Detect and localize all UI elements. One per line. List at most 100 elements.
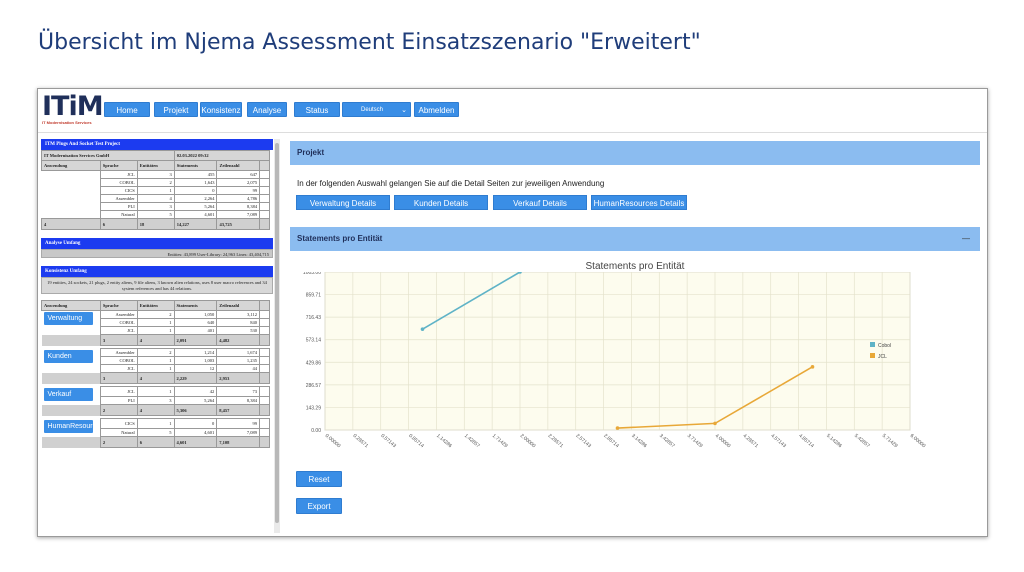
app-button-verkauf[interactable]: Verkauf [43, 387, 93, 401]
language-select[interactable]: Deutsch ⌄ [342, 102, 411, 117]
app-cell [42, 187, 101, 195]
table-cell: 0 [173, 186, 218, 195]
y-tick-label: 0.00 [311, 428, 321, 434]
plot-area [324, 272, 911, 431]
table-cell: 640 [173, 318, 218, 327]
export-button[interactable]: Export [296, 498, 342, 514]
total-cell: 4,601 [173, 436, 218, 448]
legend-swatch-cobol [870, 342, 875, 347]
app-button-kunden[interactable]: Kunden [43, 349, 93, 363]
table-header-row: Anwendung Sprache Entitäten Statements Z… [41, 300, 270, 311]
table-cell: 3,112 [216, 310, 261, 319]
language-select-value: Deutsch [361, 107, 384, 113]
scrollbar-thumb[interactable] [275, 143, 279, 523]
app-button-verwaltung[interactable]: Verwaltung [43, 312, 93, 325]
table-cell: 0 [173, 418, 218, 429]
table-cell: Natural [99, 210, 138, 219]
table-cell: Assembler [99, 348, 138, 357]
x-tick-label: 1.71429 [491, 433, 509, 449]
total-cell: 2 [99, 404, 138, 416]
table-cell: 1,214 [173, 348, 218, 357]
kunden-details-button[interactable]: Kunden Details [394, 195, 488, 210]
table-cell: 3 [136, 170, 175, 179]
table-cell: CICS [99, 186, 138, 195]
table-cell [259, 364, 270, 373]
app-cell [42, 171, 101, 179]
table-cell: 530 [216, 326, 261, 335]
table-row: Verkauf JCL 1 42 73 [42, 386, 270, 401]
x-tick-label: 2.28571 [547, 433, 565, 449]
table-cell [259, 310, 270, 319]
total-cell: 2,229 [173, 372, 218, 384]
total-cell [259, 218, 270, 230]
verkauf-details-button[interactable]: Verkauf Details [493, 195, 587, 210]
total-cell: 7,108 [216, 436, 261, 448]
total-cell: 4 [136, 334, 175, 346]
app-cell: Verkauf [42, 387, 101, 405]
table-cell: 2 [136, 178, 175, 187]
y-tick-label: 1003.00 [303, 272, 321, 276]
projekt-panel-header: Projekt [290, 141, 980, 165]
reset-button[interactable]: Reset [296, 471, 342, 487]
table-cell [259, 326, 270, 335]
table-cell: 1 [136, 318, 175, 327]
nav-analyse-button[interactable]: Analyse [247, 102, 287, 117]
table-cell: PLI [99, 396, 138, 405]
app-cell [42, 179, 101, 187]
table-cell: 840 [216, 318, 261, 327]
table-cell: 5,264 [173, 396, 218, 405]
nav-projekt-button[interactable]: Projekt [154, 102, 198, 117]
total-cell: 14,227 [173, 218, 218, 230]
table-row: Natural 5 4,601 7,089 [42, 210, 270, 219]
total-cell: 4 [136, 404, 175, 416]
nav-logout-button[interactable]: Abmelden [414, 102, 459, 117]
y-tick-label: 286.57 [306, 383, 322, 389]
app-cell [41, 436, 101, 448]
header-cell [259, 160, 270, 171]
app-button-humanresources[interactable]: HumanResources [43, 419, 93, 433]
total-cell: 2,091 [173, 334, 218, 346]
y-tick-label: 429.86 [306, 360, 322, 366]
table-cell: 1,674 [216, 348, 261, 357]
table-cell: 4,601 [173, 210, 218, 219]
header-cell: Statements [173, 160, 218, 171]
table-cell [259, 210, 270, 219]
header-cell: Entitäten [136, 160, 175, 171]
x-tick-label: 1.42857 [463, 433, 481, 449]
x-tick-label: 0.28571 [352, 433, 370, 449]
total-cell [259, 334, 270, 346]
itim-logo: ITiM IT Modernisation Services [42, 93, 104, 125]
konsistenz-table: Anwendung Sprache Entitäten Statements Z… [41, 300, 270, 451]
analyse-summary: Entities: 43,899 User-Library: 24,963 Li… [41, 249, 273, 258]
project-title: ITM Plugs And Socket Test Project [41, 139, 273, 150]
table-cell: 4,786 [216, 194, 261, 203]
app-cell [41, 334, 101, 346]
table-cell: 99 [216, 186, 261, 195]
table-cell [259, 194, 270, 203]
header-cell: Anwendung [41, 300, 101, 311]
table-cell [259, 356, 270, 365]
data-point-jcl [713, 421, 717, 426]
table-cell: 1,235 [216, 356, 261, 365]
table-row: Kunden Assembler 2 1,214 1,674 [42, 348, 270, 363]
project-table: IT Modernisation Services GmbH 02.03.202… [41, 150, 271, 230]
left-scrollbar[interactable] [274, 139, 280, 533]
chart-title: Statements pro Entität [585, 261, 685, 272]
table-cell: 1 [136, 326, 175, 335]
nav-home-button[interactable]: Home [104, 102, 150, 117]
table-cell: 2 [136, 348, 175, 357]
humanresources-details-button[interactable]: HumanResources Details [591, 195, 687, 210]
nav-status-button[interactable]: Status [294, 102, 340, 117]
total-cell: 6 [136, 436, 175, 448]
data-point-cobol [420, 327, 425, 331]
verwaltung-details-button[interactable]: Verwaltung Details [296, 195, 390, 210]
nav-konsistenz-button[interactable]: Konsistenz [200, 102, 242, 117]
x-tick-label: 5.42857 [853, 433, 871, 449]
table-cell: Natural [99, 428, 138, 437]
totals-row: 3 4 2,091 4,482 [41, 334, 270, 346]
collapse-icon[interactable]: — [962, 227, 970, 251]
total-cell [259, 436, 270, 448]
table-cell [259, 348, 270, 357]
statements-panel-title: Statements pro Entität [297, 234, 383, 243]
legend-label-cobol: Cobol [878, 343, 891, 349]
